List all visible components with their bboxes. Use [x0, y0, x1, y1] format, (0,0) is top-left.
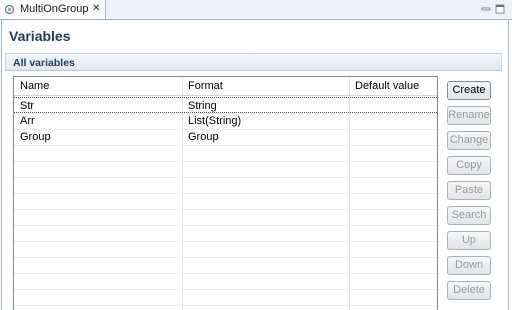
row-divider [14, 177, 437, 178]
row-divider [14, 209, 437, 210]
down-button[interactable]: Down [447, 256, 491, 275]
table-row[interactable]: Group Group [14, 129, 437, 145]
section-header: All variables [5, 53, 502, 71]
column-header-default[interactable]: Default value [349, 77, 437, 95]
section-title: All variables [13, 57, 75, 69]
editor-tab[interactable]: MultiOnGroup ✕ [0, 0, 106, 19]
row-divider [14, 161, 437, 162]
row-divider [14, 113, 437, 114]
row-divider [14, 273, 437, 274]
cell-default [349, 113, 355, 129]
process-icon [4, 4, 15, 15]
editor-tab-bar: MultiOnGroup ✕ [0, 0, 512, 20]
row-divider [14, 193, 437, 194]
row-divider [14, 289, 437, 290]
search-button[interactable]: Search [447, 206, 491, 225]
row-divider [14, 305, 437, 306]
row-divider [14, 257, 437, 258]
table-row[interactable]: Arr List(String) [14, 113, 437, 129]
cell-name: Str [20, 100, 35, 112]
row-divider [14, 129, 437, 130]
page-title: Variables [9, 28, 71, 44]
cell-default [349, 98, 355, 114]
column-header-format[interactable]: Format [182, 77, 349, 95]
cell-name: Arr [20, 115, 35, 127]
table-header: Name Format Default value [14, 77, 437, 96]
cell-format: Group [188, 131, 219, 143]
row-divider [14, 225, 437, 226]
row-divider [14, 241, 437, 242]
rename-button[interactable]: Rename [447, 106, 491, 125]
paste-button[interactable]: Paste [447, 181, 491, 200]
maximize-icon[interactable] [495, 4, 505, 14]
create-button[interactable]: Create [447, 81, 491, 100]
column-header-name[interactable]: Name [14, 77, 182, 95]
cell-name: Group [20, 131, 51, 143]
minimize-icon[interactable] [481, 4, 491, 14]
close-icon[interactable]: ✕ [92, 3, 100, 15]
delete-button[interactable]: Delete [447, 281, 491, 300]
change-button[interactable]: Change [447, 131, 491, 150]
table-row[interactable]: Str String [14, 97, 437, 113]
up-button[interactable]: Up [447, 231, 491, 250]
tab-title: MultiOnGroup [20, 3, 89, 15]
cell-format: String [188, 100, 217, 112]
cell-default [349, 129, 355, 145]
variables-table[interactable]: Name Format Default value Str String Arr… [13, 76, 438, 310]
cell-format: List(String) [188, 115, 242, 127]
row-divider [14, 145, 437, 146]
copy-button[interactable]: Copy [447, 156, 491, 175]
